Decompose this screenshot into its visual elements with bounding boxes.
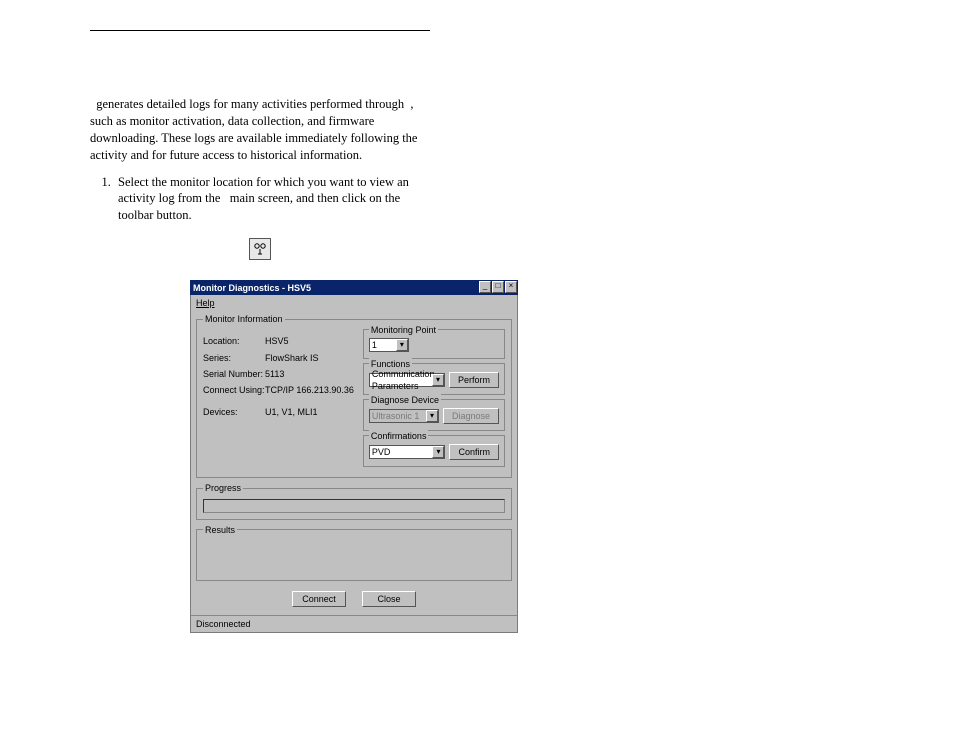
diagnose-device-combo: Ultrasonic 1 ▾ xyxy=(369,409,439,423)
monitoring-point-combo[interactable]: 1 ▾ xyxy=(369,338,409,352)
header-rule xyxy=(90,30,430,31)
minimize-icon[interactable]: _ xyxy=(479,281,491,293)
monitor-info-left: Location:HSV5 Series:FlowShark IS Serial… xyxy=(203,329,357,471)
progress-bar xyxy=(203,499,505,513)
chevron-down-icon: ▾ xyxy=(432,446,444,458)
value-serial: 5113 xyxy=(265,368,357,380)
connect-button[interactable]: Connect xyxy=(292,591,346,607)
value-connect: TCP/IP 166.213.90.36 xyxy=(265,384,357,396)
progress-legend: Progress xyxy=(203,482,243,494)
monitoring-point-legend: Monitoring Point xyxy=(369,324,438,336)
diagnose-value: Ultrasonic 1 xyxy=(372,410,420,422)
connect-label: Connect xyxy=(302,593,336,605)
window-title: Monitor Diagnostics - HSV5 xyxy=(193,282,311,294)
step-list: Select the monitor location for which yo… xyxy=(90,174,430,225)
progress-group: Progress xyxy=(196,482,512,519)
step-1: Select the monitor location for which yo… xyxy=(114,174,430,225)
term-1 xyxy=(90,97,93,111)
bottom-button-row: Connect Close xyxy=(191,585,517,615)
diagnose-button: Diagnose xyxy=(443,408,499,424)
label-series: Series: xyxy=(203,352,265,364)
menu-bar: Help xyxy=(191,295,517,311)
monitoring-point-value: 1 xyxy=(372,339,377,351)
diagnose-label: Diagnose xyxy=(452,410,490,422)
results-group: Results xyxy=(196,524,512,581)
close-button[interactable]: Close xyxy=(362,591,416,607)
perform-button[interactable]: Perform xyxy=(449,372,499,388)
document-body: generates detailed logs for many activit… xyxy=(90,96,430,633)
diagnose-device-group: Diagnose Device Ultrasonic 1 ▾ Diagnose xyxy=(363,399,505,431)
monitor-info-right: Monitoring Point 1 ▾ Functions xyxy=(363,329,505,471)
label-serial: Serial Number: xyxy=(203,368,265,380)
step-1b: main screen, and then click on the xyxy=(230,191,400,205)
chevron-down-icon: ▾ xyxy=(432,374,444,386)
functions-combo[interactable]: Communication Parameters ▾ xyxy=(369,373,445,387)
confirmations-legend: Confirmations xyxy=(369,430,429,442)
maximize-icon[interactable]: □ xyxy=(492,281,504,293)
diagnostics-toolbar-icon xyxy=(249,238,271,260)
close-icon[interactable]: × xyxy=(505,281,517,293)
results-area xyxy=(203,540,505,574)
value-series: FlowShark IS xyxy=(265,352,357,364)
step-1c: toolbar button. xyxy=(118,208,192,222)
monitor-info-group: Monitor Information Location:HSV5 Series… xyxy=(196,313,512,478)
monitoring-point-group: Monitoring Point 1 ▾ xyxy=(363,329,505,359)
confirmations-value: PVD xyxy=(372,446,391,458)
functions-group: Functions Communication Parameters ▾ Per… xyxy=(363,363,505,395)
window-client-area: Help Monitor Information Location:HSV5 S… xyxy=(190,295,518,633)
value-location: HSV5 xyxy=(265,335,357,347)
results-legend: Results xyxy=(203,524,237,536)
confirm-label: Confirm xyxy=(458,446,490,458)
menu-help[interactable]: Help xyxy=(196,298,215,308)
confirm-button[interactable]: Confirm xyxy=(449,444,499,460)
label-devices: Devices: xyxy=(203,406,265,418)
para-1a: generates detailed logs for many activit… xyxy=(96,97,404,111)
diagnose-legend: Diagnose Device xyxy=(369,394,441,406)
status-text: Disconnected xyxy=(196,619,251,629)
monitor-diagnostics-window: Monitor Diagnostics - HSV5 _ □ × Help Mo… xyxy=(190,280,518,633)
window-titlebar[interactable]: Monitor Diagnostics - HSV5 _ □ × xyxy=(190,280,518,295)
confirmations-group: Confirmations PVD ▾ Confirm xyxy=(363,435,505,467)
close-label: Close xyxy=(377,593,400,605)
confirmations-combo[interactable]: PVD ▾ xyxy=(369,445,446,459)
label-connect: Connect Using: xyxy=(203,384,265,396)
monitor-info-legend: Monitor Information xyxy=(203,313,285,325)
chevron-down-icon: ▾ xyxy=(426,410,438,422)
diagnostics-icon-row xyxy=(90,238,430,260)
value-devices: U1, V1, MLI1 xyxy=(265,406,357,418)
label-location: Location: xyxy=(203,335,265,347)
perform-label: Perform xyxy=(458,374,490,386)
chevron-down-icon: ▾ xyxy=(396,339,408,351)
status-bar: Disconnected xyxy=(191,615,517,632)
paragraph-1: generates detailed logs for many activit… xyxy=(90,96,430,164)
step-1-term xyxy=(224,191,227,205)
